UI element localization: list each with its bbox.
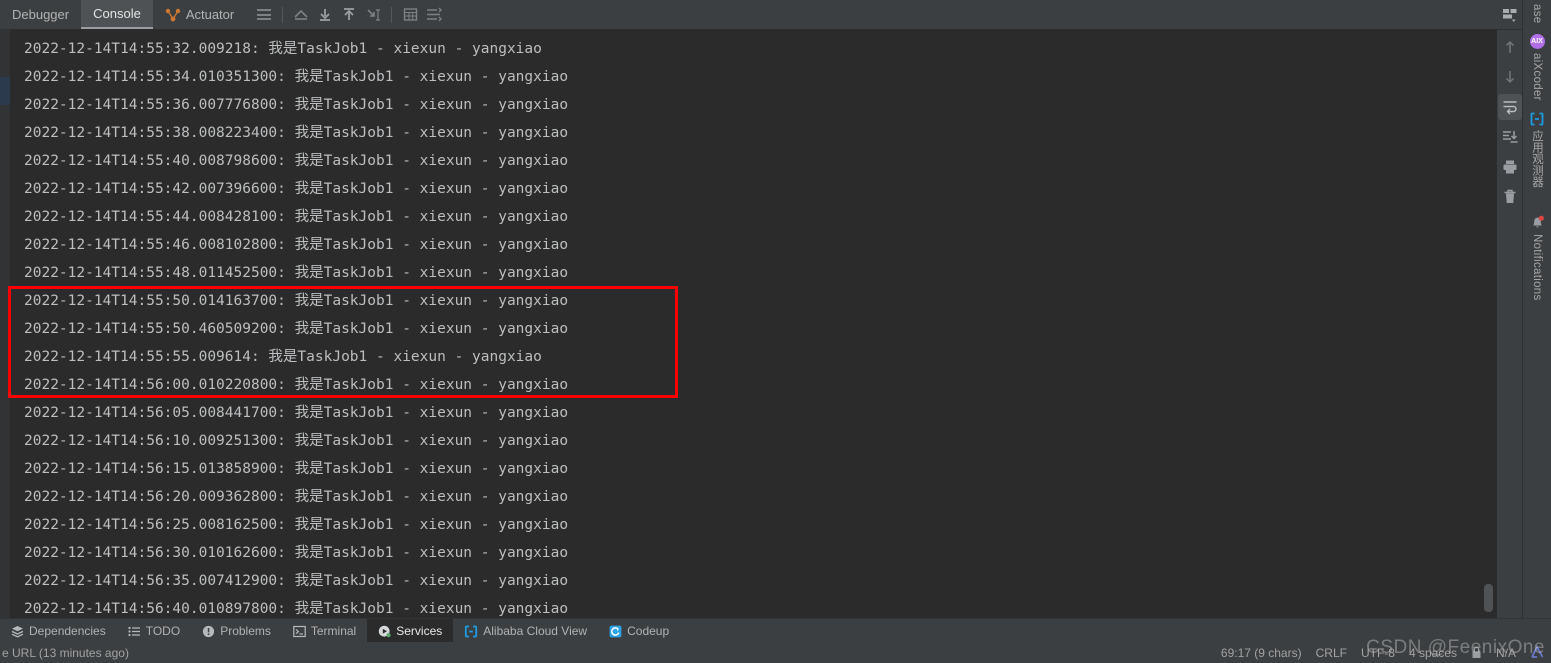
console-log-line: 2022-12-14T14:55:44.008428100: 我是TaskJob…	[24, 209, 569, 225]
tool-tab-notifications-label: Notifications	[1531, 234, 1543, 301]
toolbar-divider-2	[391, 6, 393, 23]
problems-icon	[202, 625, 215, 638]
status-bar-right: 69:17 (9 chars) CRLF UTF-8 4 spaces N/A	[1221, 645, 1545, 660]
scroll-to-end-icon[interactable]	[361, 3, 385, 27]
format-icon[interactable]	[422, 3, 446, 27]
console-log-line: 2022-12-14T14:56:20.009362800: 我是TaskJob…	[24, 489, 569, 505]
ide-window: Debugger Console Actuator 2022-12-14T14:…	[0, 0, 1551, 663]
console-log-list: 2022-12-14T14:55:32.009218: 我是TaskJob1 -…	[10, 29, 1497, 618]
aixcoder-icon: AIX	[1529, 34, 1545, 49]
console-log-line: 2022-12-14T14:55:40.008798600: 我是TaskJob…	[24, 153, 569, 169]
actuator-icon	[165, 8, 181, 22]
tab-console-label: Console	[93, 6, 141, 21]
bottom-tab-problems-label: Problems	[220, 624, 271, 638]
layers-icon	[11, 625, 24, 638]
console-log-line: 2022-12-14T14:55:50.014163700: 我是TaskJob…	[24, 293, 569, 309]
bottom-tool-bar: Dependencies TODO Problems Terminal Serv…	[0, 618, 1551, 643]
console-log-line: 2022-12-14T14:56:00.010220800: 我是TaskJob…	[24, 377, 569, 393]
ide-logo-icon	[1530, 645, 1545, 660]
bottom-tab-dependencies-label: Dependencies	[29, 624, 106, 638]
tab-debugger[interactable]: Debugger	[0, 0, 81, 29]
vcs-branch[interactable]: N/A	[1496, 646, 1516, 660]
console-log-line: 2022-12-14T14:55:34.010351300: 我是TaskJob…	[24, 69, 569, 85]
alibaba-cloud-icon	[464, 625, 478, 638]
tool-tab-aixcoder[interactable]: AIX aiXcoder	[1523, 34, 1551, 101]
console-log-line: 2022-12-14T14:56:15.013858900: 我是TaskJob…	[24, 461, 569, 477]
bell-icon	[1530, 215, 1545, 230]
scroll-up-icon[interactable]	[337, 3, 361, 27]
caret-position[interactable]: 69:17 (9 chars)	[1221, 646, 1302, 660]
bottom-tab-problems[interactable]: Problems	[191, 619, 282, 643]
console-log-line: 2022-12-14T14:55:55.009614: 我是TaskJob1 -…	[24, 349, 542, 365]
layout-icon[interactable]	[1497, 0, 1523, 30]
right-tool-window-bar: ase AIX aiXcoder 应用观测器 Notifications	[1522, 0, 1551, 618]
bottom-tab-dependencies[interactable]: Dependencies	[0, 619, 117, 643]
scroll-to-top-icon[interactable]	[289, 3, 313, 27]
bottom-tab-todo-label: TODO	[145, 624, 181, 638]
tool-tab-aixcoder-label: aiXcoder	[1531, 53, 1543, 101]
codeup-icon	[609, 625, 622, 638]
scroll-down-icon[interactable]	[313, 3, 337, 27]
tab-debugger-label: Debugger	[12, 7, 70, 22]
console-scrollbar-thumb[interactable]	[1484, 584, 1493, 612]
bottom-tab-terminal[interactable]: Terminal	[282, 619, 367, 643]
gutter-marker	[0, 77, 10, 105]
console-log-line: 2022-12-14T14:55:48.011452500: 我是TaskJob…	[24, 265, 569, 281]
bottom-tab-todo[interactable]: TODO	[117, 619, 191, 643]
console-log-line: 2022-12-14T14:56:30.010162600: 我是TaskJob…	[24, 545, 569, 561]
console-log-line: 2022-12-14T14:55:36.007776800: 我是TaskJob…	[24, 97, 569, 113]
print-icon[interactable]	[1498, 154, 1522, 180]
console-log-line: 2022-12-14T14:56:10.009251300: 我是TaskJob…	[24, 433, 569, 449]
console-scrollbar[interactable]	[1484, 29, 1494, 618]
console-log-line: 2022-12-14T14:56:05.008441700: 我是TaskJob…	[24, 405, 569, 421]
services-play-icon	[378, 625, 391, 638]
app-observer-icon	[1530, 112, 1544, 126]
status-message: e URL (13 minutes ago)	[2, 645, 129, 660]
console-log-line: 2022-12-14T14:55:42.007396600: 我是TaskJob…	[24, 181, 569, 197]
tool-tab-database-label: ase	[1531, 4, 1543, 24]
bottom-tab-codeup[interactable]: Codeup	[598, 619, 680, 643]
console-log-line: 2022-12-14T14:55:46.008102800: 我是TaskJob…	[24, 237, 569, 253]
bottom-tab-alibaba-cloud-view[interactable]: Alibaba Cloud View	[453, 619, 598, 643]
scroll-down-arrow-icon[interactable]	[1498, 64, 1522, 90]
scroll-to-end-icon[interactable]	[1498, 124, 1522, 150]
console-log-line: 2022-12-14T14:55:32.009218: 我是TaskJob1 -…	[24, 41, 542, 57]
tool-tab-app-observer[interactable]: 应用观测器	[1523, 112, 1551, 188]
bottom-tab-codeup-label: Codeup	[627, 624, 670, 638]
tool-tab-app-observer-label: 应用观测器	[1531, 130, 1543, 188]
console-gutter	[0, 29, 10, 618]
terminal-icon	[293, 625, 306, 638]
console-output-panel[interactable]: 2022-12-14T14:55:32.009218: 我是TaskJob1 -…	[0, 29, 1497, 618]
toolbar-divider-1	[282, 6, 284, 23]
tab-console[interactable]: Console	[81, 0, 153, 29]
console-log-line: 2022-12-14T14:56:25.008162500: 我是TaskJob…	[24, 517, 569, 533]
tool-tab-database[interactable]: ase	[1523, 0, 1551, 23]
bottom-tab-services[interactable]: Services	[367, 619, 454, 643]
status-bar: e URL (13 minutes ago) 69:17 (9 chars) C…	[0, 642, 1551, 663]
console-log-line: 2022-12-14T14:56:35.007412900: 我是TaskJob…	[24, 573, 569, 589]
console-log-line: 2022-12-14T14:55:38.008223400: 我是TaskJob…	[24, 125, 569, 141]
tab-actuator-label: Actuator	[185, 7, 235, 22]
line-separator[interactable]: CRLF	[1316, 646, 1347, 660]
tab-actuator[interactable]: Actuator	[153, 0, 246, 29]
soft-wrap-toggle-icon[interactable]	[1498, 94, 1522, 120]
console-log-line: 2022-12-14T14:55:50.460509200: 我是TaskJob…	[24, 321, 569, 337]
todo-list-icon	[128, 625, 141, 638]
lock-icon[interactable]	[1471, 646, 1482, 659]
tool-tab-notifications[interactable]: Notifications	[1523, 215, 1551, 301]
bottom-tab-alibaba-cloud-view-label: Alibaba Cloud View	[483, 624, 588, 638]
file-encoding[interactable]: UTF-8	[1361, 646, 1395, 660]
scroll-up-arrow-icon[interactable]	[1498, 34, 1522, 60]
console-side-toolbar	[1497, 0, 1523, 618]
console-tab-bar: Debugger Console Actuator	[0, 0, 1497, 29]
console-log-line: 2022-12-14T14:56:40.010897800: 我是TaskJob…	[24, 601, 569, 617]
soft-wrap-icon[interactable]	[252, 3, 276, 27]
trash-icon[interactable]	[1498, 184, 1522, 210]
indent-setting[interactable]: 4 spaces	[1409, 646, 1457, 660]
bottom-tab-terminal-label: Terminal	[310, 624, 357, 638]
bottom-tab-services-label: Services	[396, 624, 443, 638]
table-view-icon[interactable]	[398, 3, 422, 27]
